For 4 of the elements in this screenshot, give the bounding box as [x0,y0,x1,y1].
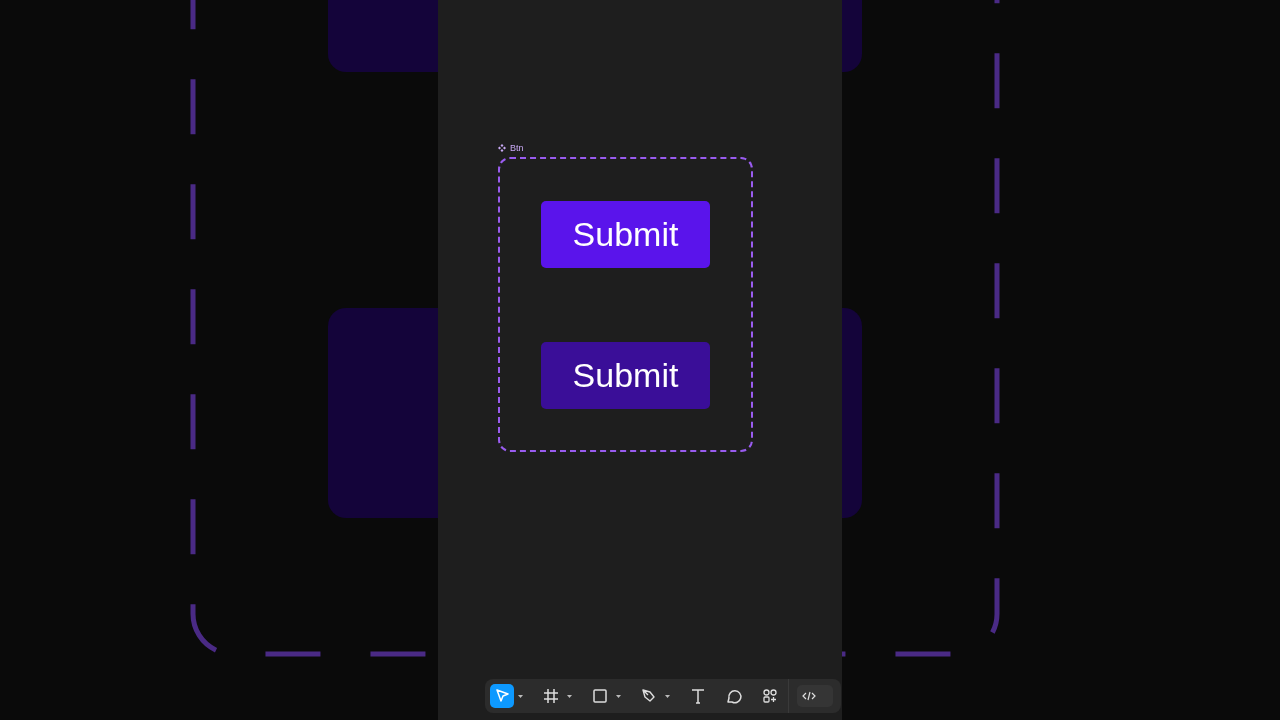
submit-button[interactable]: Submit [541,342,710,409]
frame-label[interactable]: Btn [510,143,524,153]
component-frame[interactable]: Submit Submit [498,157,753,452]
submit-button[interactable]: Submit [541,201,710,268]
